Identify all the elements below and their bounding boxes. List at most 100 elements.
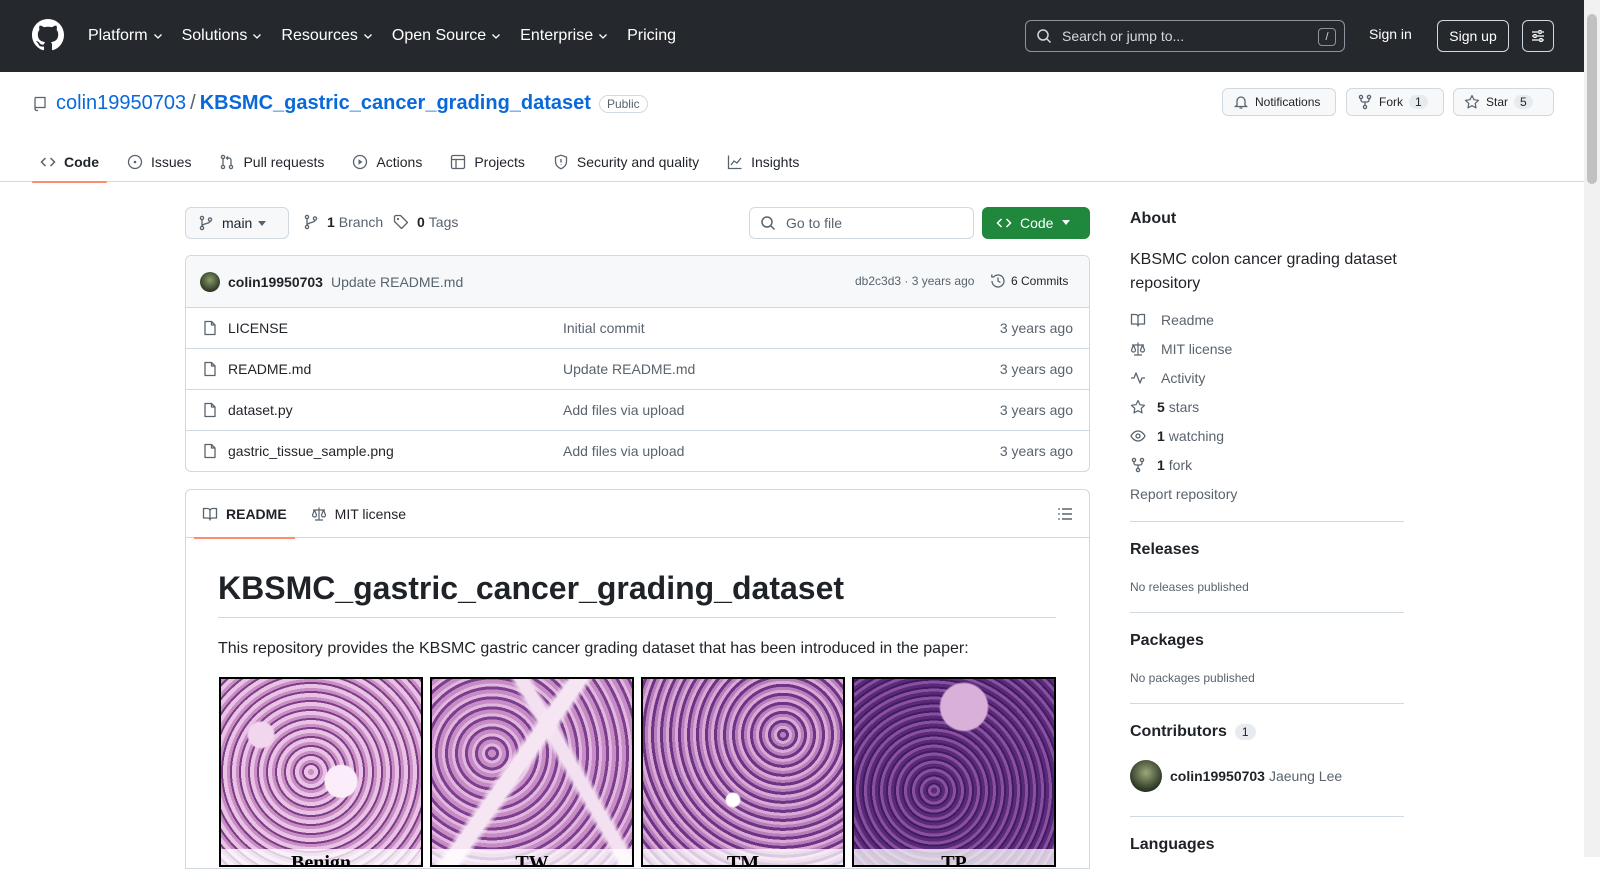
tab-readme[interactable]: README	[194, 490, 295, 539]
file-name[interactable]: gastric_tissue_sample.png	[228, 443, 394, 459]
contributors-title: Contributors	[1130, 723, 1227, 740]
branches-link[interactable]: 1 Branch	[303, 214, 383, 230]
commit-sha-time[interactable]: db2c3d3 · 3 years ago	[855, 274, 974, 288]
page-scrollbar[interactable]	[1584, 0, 1600, 857]
list-icon[interactable]	[1057, 506, 1073, 522]
github-logo-icon[interactable]	[32, 19, 64, 51]
tab-label: Insights	[751, 154, 800, 170]
tab-label: Projects	[474, 154, 525, 170]
tissue-tile: TW	[430, 677, 634, 867]
contributor-login[interactable]: colin19950703	[1170, 768, 1265, 784]
law-icon	[1130, 342, 1146, 356]
contributors-heading[interactable]: Contributors 1	[1130, 723, 1256, 741]
nav-label: Resources	[281, 27, 358, 44]
nav-open-source[interactable]: Open Source	[392, 27, 502, 45]
code-button[interactable]: Code	[982, 207, 1090, 239]
file-commit-message[interactable]: Initial commit	[563, 320, 645, 336]
packages-note: No packages published	[1130, 671, 1255, 685]
branch-label: Branch	[338, 214, 384, 230]
branch-selector[interactable]: main	[185, 207, 289, 239]
watching-link[interactable]: 1 watching	[1130, 428, 1224, 444]
tissue-tile: Benign	[219, 677, 423, 867]
fork-button[interactable]: Fork 1	[1346, 88, 1444, 116]
branch-icon	[304, 214, 318, 230]
nav-platform[interactable]: Platform	[88, 27, 164, 45]
repo-description: KBSMC colon cancer grading dataset repos…	[1130, 251, 1397, 292]
issue-icon	[127, 154, 143, 170]
tab-label: Code	[64, 154, 99, 170]
sign-up-button[interactable]: Sign up	[1437, 20, 1509, 52]
repository-header: colin19950703 / KBSMC_gastric_cancer_gra…	[0, 72, 1584, 183]
file-commit-message[interactable]: Add files via upload	[563, 402, 684, 418]
repo-icon	[34, 96, 46, 111]
fork-icon	[1131, 457, 1145, 473]
nav-enterprise[interactable]: Enterprise	[520, 27, 609, 45]
tab-license[interactable]: MIT license	[303, 490, 414, 538]
file-row[interactable]: README.md Update README.md 3 years ago	[186, 349, 1089, 390]
search-input[interactable]: Search or jump to... /	[1025, 20, 1345, 52]
scrollbar-thumb[interactable]	[1587, 14, 1597, 184]
sliders-icon	[1532, 30, 1544, 42]
forks-link[interactable]: 1 fork	[1130, 457, 1192, 473]
go-to-file-placeholder: Go to file	[786, 215, 843, 231]
commits-link[interactable]: 6 Commits	[990, 273, 1068, 289]
tissue-tile: TM	[641, 677, 845, 867]
sidebar-divider	[1130, 521, 1404, 522]
repo-name-link[interactable]: KBSMC_gastric_cancer_grading_dataset	[200, 92, 591, 115]
nav-resources[interactable]: Resources	[281, 27, 373, 45]
star-icon	[1130, 399, 1146, 414]
path-separator: /	[190, 92, 196, 114]
tags-link[interactable]: 0 Tags	[393, 214, 458, 230]
sidebar-divider	[1130, 816, 1404, 817]
sidebar-divider	[1130, 612, 1404, 613]
stars-link[interactable]: 5 stars	[1130, 399, 1199, 415]
tab-code[interactable]: Code	[32, 142, 107, 183]
tab-issues[interactable]: Issues	[119, 142, 199, 182]
link-count: 1	[1157, 457, 1165, 473]
file-name[interactable]: README.md	[228, 361, 311, 377]
file-commit-message[interactable]: Update README.md	[563, 361, 695, 377]
commit-author[interactable]: colin19950703	[228, 274, 323, 290]
tab-pull-requests[interactable]: Pull requests	[211, 142, 332, 182]
file-icon	[204, 443, 216, 459]
file-name[interactable]: LICENSE	[228, 320, 288, 336]
nav-label: Platform	[88, 27, 148, 44]
repo-owner-link[interactable]: colin19950703	[56, 92, 186, 115]
tab-insights[interactable]: Insights	[719, 142, 807, 182]
license-link[interactable]: MIT license	[1130, 341, 1232, 357]
go-to-file-input[interactable]: Go to file	[749, 207, 974, 239]
tab-security[interactable]: Security and quality	[545, 142, 707, 182]
file-browser: colin19950703 Update README.md db2c3d3 ·…	[185, 255, 1090, 472]
tab-actions[interactable]: Actions	[344, 142, 430, 182]
menu-button[interactable]	[1522, 20, 1554, 52]
file-row[interactable]: dataset.py Add files via upload 3 years …	[186, 390, 1089, 431]
search-placeholder: Search or jump to...	[1062, 28, 1185, 44]
activity-link[interactable]: Activity	[1130, 370, 1205, 386]
avatar[interactable]	[200, 271, 220, 292]
link-text: MIT license	[1161, 341, 1233, 357]
notifications-button[interactable]: Notifications	[1222, 88, 1336, 116]
star-button[interactable]: Star 5	[1453, 88, 1554, 116]
tab-label: Security and quality	[576, 154, 700, 170]
report-repository-link[interactable]: Report repository	[1130, 486, 1237, 502]
packages-heading[interactable]: Packages	[1130, 632, 1204, 650]
visibility-badge: Public	[598, 94, 648, 113]
readme-link[interactable]: Readme	[1130, 312, 1214, 328]
sign-in-link[interactable]: Sign in	[1369, 26, 1412, 42]
file-commit-message[interactable]: Add files via upload	[563, 443, 684, 459]
file-name[interactable]: dataset.py	[228, 402, 293, 418]
file-row[interactable]: LICENSE Initial commit 3 years ago	[186, 308, 1089, 349]
nav-pricing[interactable]: Pricing	[627, 27, 676, 45]
nav-solutions[interactable]: Solutions	[182, 27, 264, 45]
fork-label: Fork	[1379, 95, 1403, 109]
file-icon	[204, 361, 216, 377]
commit-message[interactable]: Update README.md	[331, 274, 463, 290]
file-row[interactable]: gastric_tissue_sample.png Add files via …	[186, 431, 1089, 471]
tissue-sample-image: Benign TW TM TP	[219, 677, 1063, 867]
link-count: 5	[1157, 399, 1165, 415]
branch-count: 1	[327, 214, 335, 230]
avatar[interactable]	[1130, 760, 1162, 792]
releases-heading[interactable]: Releases	[1130, 541, 1199, 559]
contributor-item[interactable]: colin19950703 Jaeung Lee	[1130, 760, 1342, 792]
tab-projects[interactable]: Projects	[442, 142, 533, 182]
